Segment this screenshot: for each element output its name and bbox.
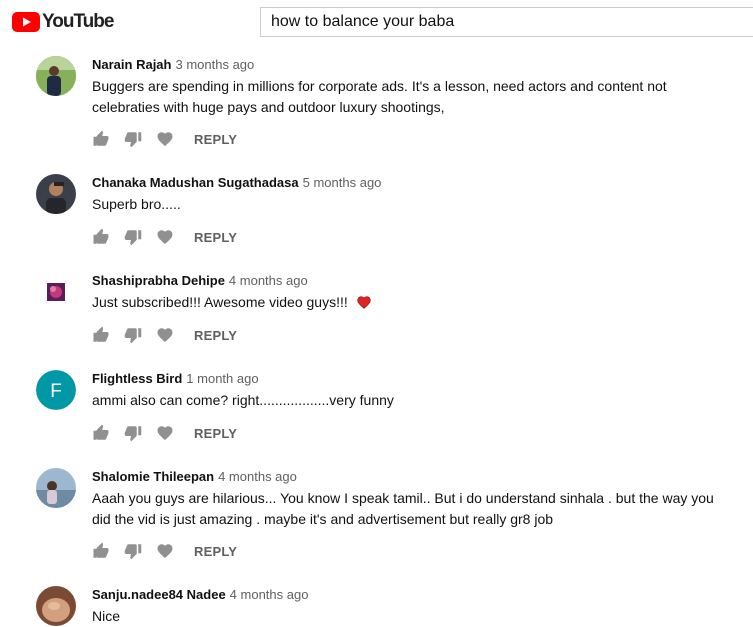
avatar[interactable] — [36, 468, 76, 508]
reply-button[interactable]: REPLY — [194, 230, 237, 245]
heart-icon[interactable] — [156, 424, 174, 442]
avatar[interactable] — [36, 272, 76, 312]
masthead: YouTube how to balance your baba — [0, 0, 753, 48]
author-name[interactable]: Shashiprabha Dehipe — [92, 273, 225, 288]
author-name[interactable]: Sanju.nadee84 Nadee — [92, 587, 226, 602]
search-input[interactable]: how to balance your baba — [260, 7, 753, 37]
avatar-letter: F — [50, 381, 62, 402]
author-name[interactable]: Narain Rajah — [92, 57, 171, 72]
reply-button[interactable]: REPLY — [194, 544, 237, 559]
comment-text-body: Just subscribed!!! Awesome video guys!!! — [92, 294, 348, 310]
dislike-icon[interactable] — [124, 228, 142, 246]
red-heart-emoji-icon — [356, 296, 371, 309]
like-icon[interactable] — [92, 228, 110, 246]
avatar[interactable] — [36, 56, 76, 96]
dislike-icon[interactable] — [124, 542, 142, 560]
dislike-icon[interactable] — [124, 326, 142, 344]
like-icon[interactable] — [92, 424, 110, 442]
avatar[interactable] — [36, 174, 76, 214]
comment-text: ammi also can come? right...............… — [92, 392, 394, 408]
heart-icon[interactable] — [156, 130, 174, 148]
comment-time[interactable]: 4 months ago — [229, 273, 308, 288]
logo-text: YouTube — [42, 11, 114, 32]
comment-time[interactable]: 1 month ago — [186, 371, 258, 386]
comment-text: Aaah you guys are hilarious... You know … — [92, 490, 714, 527]
heart-icon[interactable] — [156, 228, 174, 246]
comment-time[interactable]: 4 months ago — [218, 469, 297, 484]
comment-text: Just subscribed!!! Awesome video guys!!! — [92, 292, 732, 313]
author-name[interactable]: Chanaka Madushan Sugathadasa — [92, 175, 299, 190]
dislike-icon[interactable] — [124, 130, 142, 148]
comment-time[interactable]: 4 months ago — [230, 587, 309, 602]
like-icon[interactable] — [92, 542, 110, 560]
author-name[interactable]: Shalomie Thileepan — [92, 469, 214, 484]
comment-time[interactable]: 5 months ago — [303, 175, 382, 190]
dislike-icon[interactable] — [124, 424, 142, 442]
reply-button[interactable]: REPLY — [194, 426, 237, 441]
reply-button[interactable]: REPLY — [194, 132, 237, 147]
comment-time[interactable]: 3 months ago — [175, 57, 254, 72]
heart-icon[interactable] — [156, 542, 174, 560]
avatar[interactable] — [36, 586, 76, 626]
youtube-logo[interactable]: YouTube — [12, 11, 114, 33]
reply-button[interactable]: REPLY — [194, 328, 237, 343]
comment-text: Buggers are spending in millions for cor… — [92, 78, 667, 115]
like-icon[interactable] — [92, 326, 110, 344]
comment-text: Nice — [92, 608, 121, 624]
like-icon[interactable] — [92, 130, 110, 148]
heart-icon[interactable] — [156, 326, 174, 344]
author-name[interactable]: Flightless Bird — [92, 371, 182, 386]
youtube-play-icon — [12, 12, 40, 32]
avatar[interactable]: F — [36, 370, 76, 410]
comment-text: Superb bro..... — [92, 196, 181, 212]
